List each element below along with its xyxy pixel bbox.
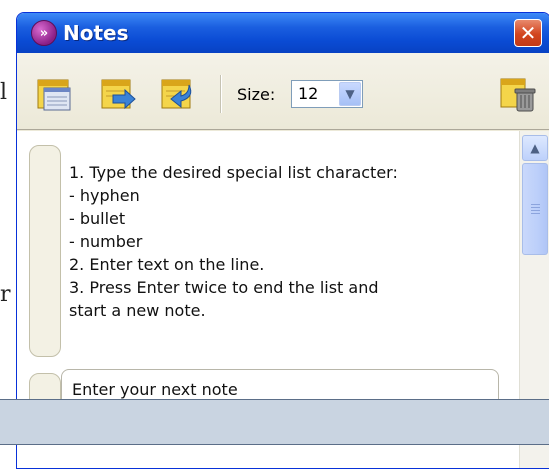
note-line: 2. Enter text on the line. [69, 255, 265, 274]
note-line: - hyphen [69, 186, 140, 205]
note-line: start a new note. [69, 301, 206, 320]
background-text-char: l [0, 80, 8, 105]
size-label: Size: [237, 85, 276, 104]
note-text[interactable]: 1. Type the desired special list charact… [69, 161, 489, 322]
thumb-grip [531, 204, 540, 205]
close-button[interactable]: ✕ [514, 19, 542, 47]
background-text-char: r [0, 282, 11, 307]
note-handle[interactable] [29, 145, 61, 357]
font-size-select[interactable]: 12 ▼ [291, 80, 363, 108]
font-size-value: 12 [298, 84, 319, 103]
thumb-grip [531, 213, 540, 214]
thumb-grip [531, 210, 540, 211]
notes-app-icon: » [31, 20, 57, 46]
import-note-icon[interactable] [99, 75, 137, 113]
note-line: 3. Press Enter twice to end the list and [69, 278, 379, 297]
delete-note-icon[interactable] [499, 75, 537, 113]
chevron-down-icon[interactable]: ▼ [339, 82, 361, 106]
new-note-icon[interactable] [35, 75, 73, 113]
window-title: Notes [63, 21, 129, 45]
overlay-bar [0, 399, 549, 445]
title-bar[interactable]: » Notes ✕ [17, 13, 549, 53]
thumb-grip [531, 207, 540, 208]
note-line: 1. Type the desired special list charact… [69, 163, 398, 182]
scrollbar-thumb[interactable] [522, 163, 548, 255]
export-note-icon[interactable] [159, 75, 197, 113]
note-line: - number [69, 232, 143, 251]
note-line: - bullet [69, 209, 126, 228]
toolbar-separator [220, 75, 222, 113]
scroll-up-button[interactable]: ▲ [522, 135, 548, 161]
toolbar: Size: 12 ▼ [17, 53, 549, 130]
